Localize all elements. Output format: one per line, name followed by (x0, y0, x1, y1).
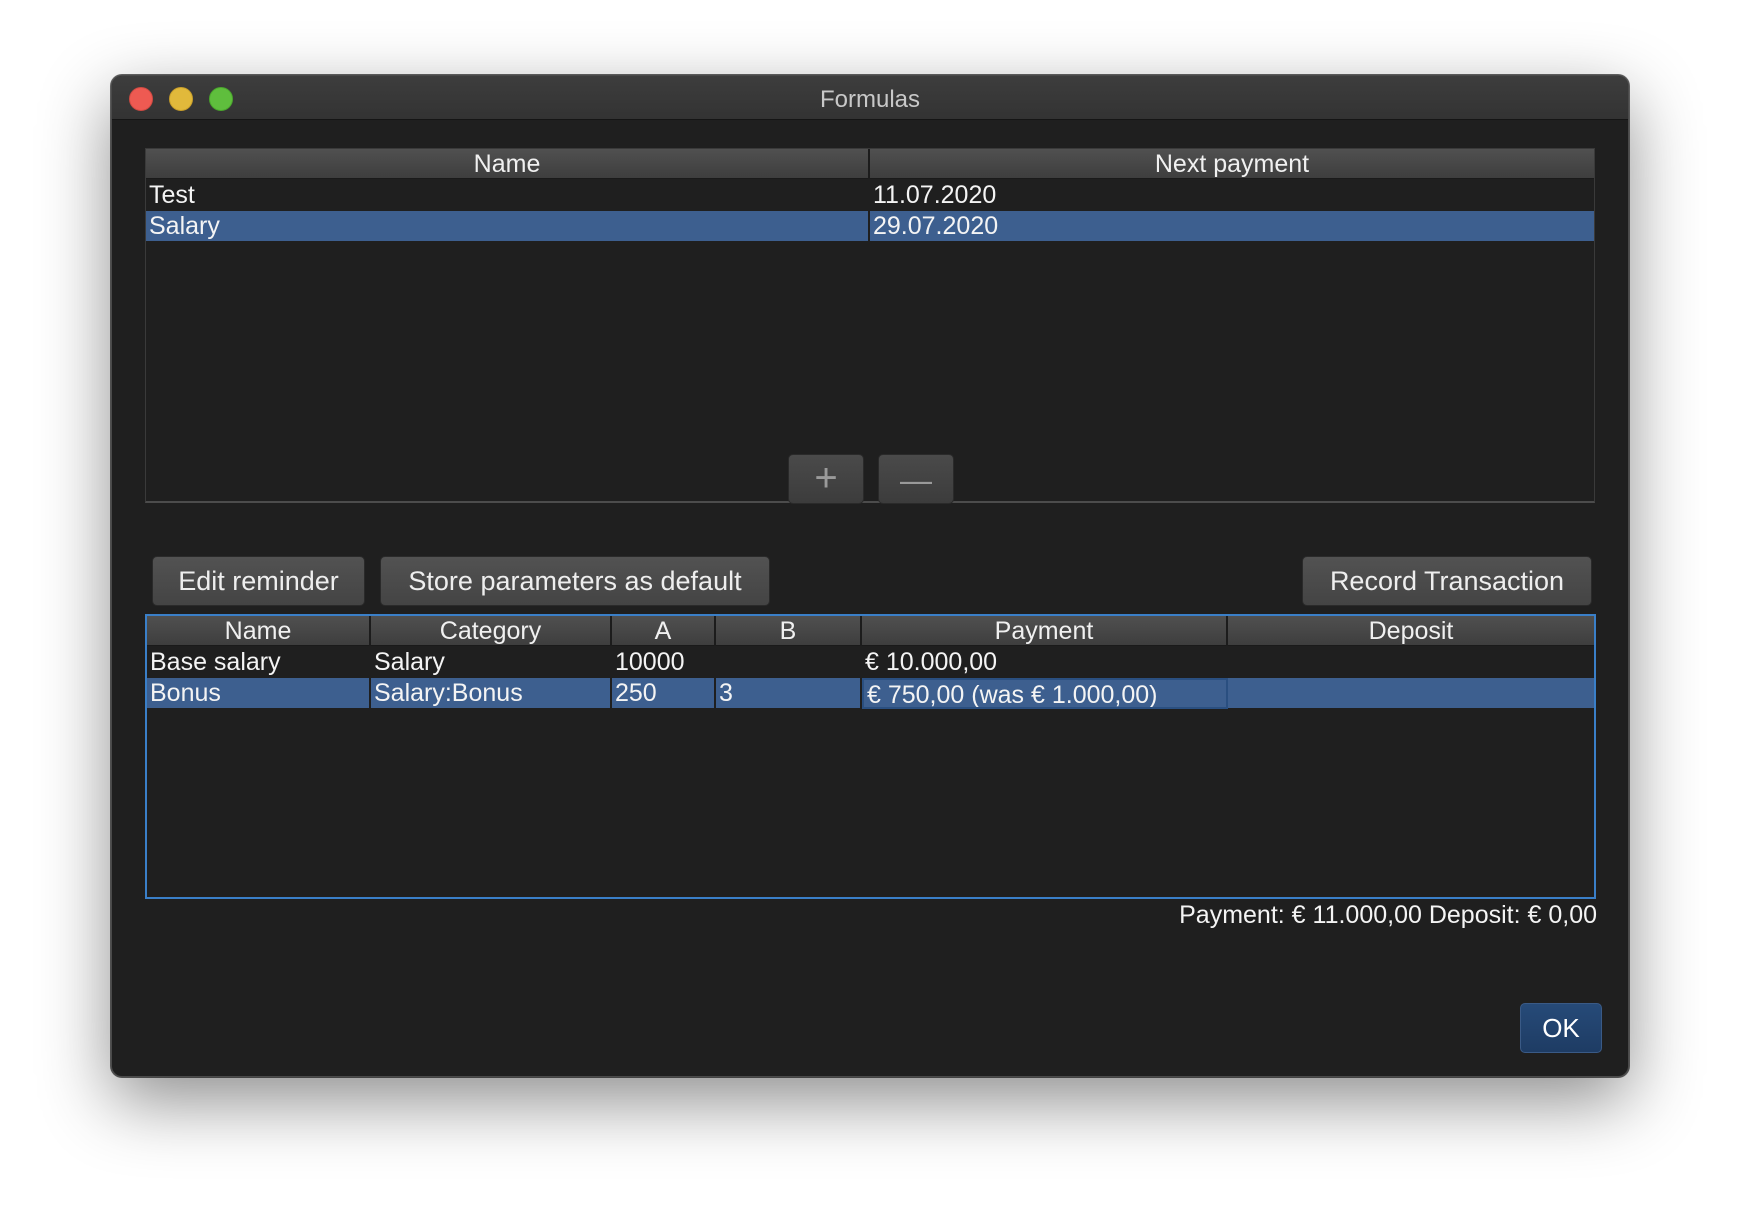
formula-a-cell: 10000 (615, 648, 685, 676)
formula-payment-cell: € 10.000,00 (865, 648, 998, 676)
formula-a-cell: 250 (612, 678, 716, 709)
column-header-name[interactable]: Name (147, 616, 371, 646)
formulas-window: Formulas Name Next payment Test 11.07.20… (111, 75, 1629, 1077)
column-header-b[interactable]: B (716, 616, 862, 646)
formula-name-cell: Base salary (150, 648, 281, 676)
formula-category-cell: Salary (374, 648, 445, 676)
formula-b-cell: 3 (716, 678, 862, 709)
totals-label: Payment: € 11.000,00 Deposit: € 0,00 (1179, 901, 1597, 929)
column-header-payment[interactable]: Payment (862, 616, 1228, 646)
table-row[interactable]: Test 11.07.2020 (146, 180, 1594, 211)
formula-deposit-cell (1228, 678, 1594, 709)
column-header-deposit[interactable]: Deposit (1228, 616, 1594, 646)
column-header-name[interactable]: Name (146, 149, 870, 179)
formula-table-header: Name Category A B Payment Deposit (147, 616, 1594, 646)
column-header-category[interactable]: Category (371, 616, 612, 646)
store-defaults-button[interactable]: Store parameters as default (380, 556, 770, 606)
formula-deposit-cell (1228, 647, 1594, 678)
column-header-next-payment[interactable]: Next payment (870, 149, 1594, 179)
formula-table[interactable]: Name Category A B Payment Deposit Base s… (145, 614, 1596, 899)
add-reminder-button[interactable]: + (788, 454, 864, 504)
record-transaction-button[interactable]: Record Transaction (1302, 556, 1592, 606)
column-header-a[interactable]: A (612, 616, 716, 646)
table-row[interactable]: Base salary Salary 10000 € 10.000,00 (147, 647, 1594, 678)
next-payment-cell: 29.07.2020 (873, 212, 999, 240)
formula-payment-cell-focused[interactable]: € 750,00 (was € 1.000,00) (862, 678, 1228, 709)
minus-icon: — (900, 462, 932, 498)
formula-b-cell (716, 647, 862, 678)
formula-name-cell: Bonus (147, 678, 371, 709)
edit-reminder-button[interactable]: Edit reminder (152, 556, 365, 606)
table-row-selected[interactable]: Salary 29.07.2020 (146, 211, 1594, 242)
window-title: Formulas (819, 86, 921, 113)
reminders-table-header: Name Next payment (146, 149, 1594, 179)
table-row-selected[interactable]: Bonus Salary:Bonus 250 3 € 750,00 (was €… (147, 678, 1594, 709)
ok-button[interactable]: OK (1520, 1003, 1602, 1053)
plus-icon: + (814, 456, 838, 500)
reminders-table[interactable]: Name Next payment Test 11.07.2020 Salary… (145, 148, 1595, 503)
title-bar[interactable]: Formulas (112, 76, 1628, 120)
reminder-name-cell: Salary (146, 211, 870, 242)
remove-reminder-button[interactable]: — (878, 454, 954, 504)
formula-category-cell: Salary:Bonus (371, 678, 612, 709)
next-payment-cell: 11.07.2020 (873, 181, 997, 209)
reminder-name-cell: Test (149, 181, 195, 209)
